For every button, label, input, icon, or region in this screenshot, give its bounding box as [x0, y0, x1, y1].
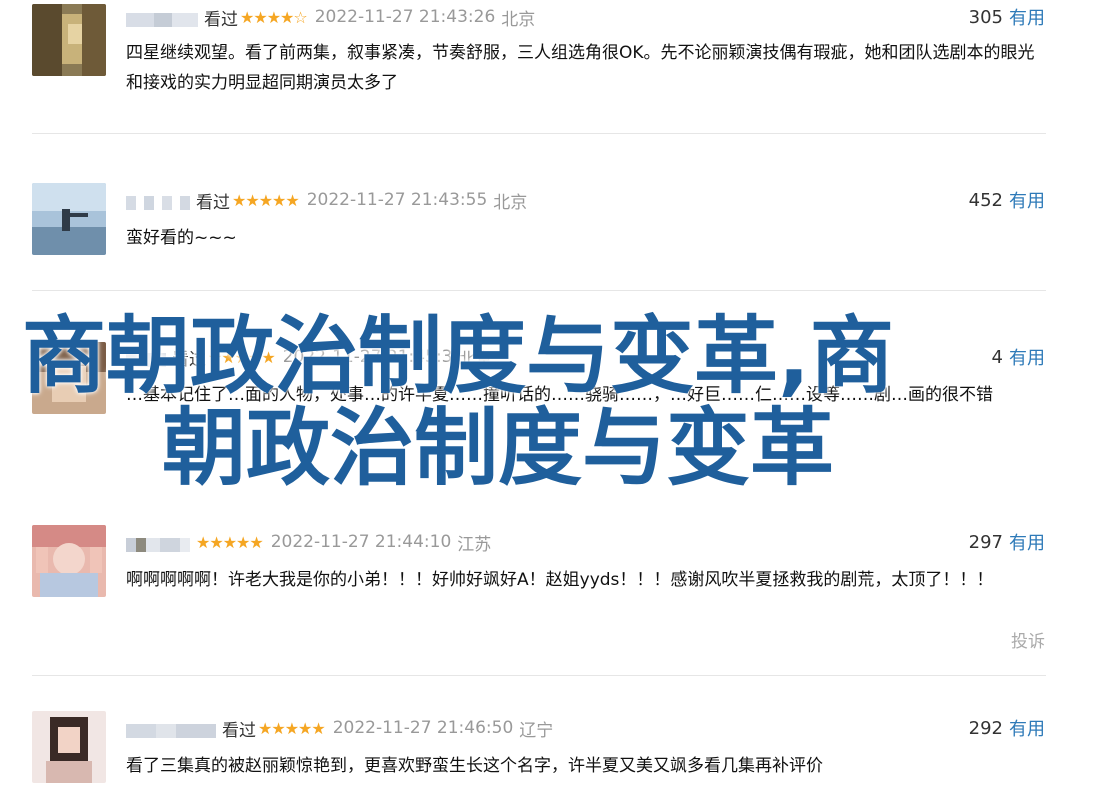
- useful-button[interactable]: 有用: [1009, 529, 1045, 555]
- review-location: 北京: [501, 9, 536, 30]
- avatar[interactable]: [32, 4, 106, 76]
- rating-stars: ★★★★★: [196, 532, 264, 552]
- vote-count: 297: [968, 531, 1003, 553]
- vote-count: 4: [991, 346, 1003, 368]
- useful-button[interactable]: 有用: [1009, 715, 1045, 741]
- report-button[interactable]: 投诉: [1011, 627, 1045, 652]
- username-blurred[interactable]: [126, 10, 198, 27]
- rating-stars: ★★★★★: [258, 718, 326, 738]
- review-content: 四星继续观望。看了前两集，叙事紧凑，节奏舒服，三人组选角很OK。先不论丽颖演技偶…: [126, 43, 1035, 93]
- divider: [32, 290, 1046, 291]
- review-location: 江苏: [457, 534, 492, 555]
- vote-area: 452 有用: [969, 187, 1045, 213]
- vote-count: 452: [968, 189, 1003, 211]
- vote-area: 305 有用: [969, 4, 1045, 30]
- watched-label: 看过: [222, 720, 256, 741]
- username-blurred[interactable]: [126, 193, 190, 210]
- vote-area: 292 有用: [969, 715, 1045, 741]
- review-time: 2022-11-27 21:43:55: [306, 190, 488, 210]
- useful-button[interactable]: 有用: [1009, 4, 1045, 30]
- review-content: 啊啊啊啊啊！许老大我是你的小弟！！！好帅好飒好A！赵姐yyds！！！感谢风吹半夏…: [126, 570, 994, 590]
- vote-area: 297 有用: [969, 529, 1045, 555]
- vote-count: 305: [968, 6, 1003, 28]
- review-location: 北京: [493, 192, 528, 213]
- overlay-line-1: 商朝政治制度与变革,商: [22, 307, 894, 405]
- watched-label: 看过: [196, 192, 230, 213]
- avatar[interactable]: [32, 525, 106, 597]
- review-time: 2022-11-27 21:46:50: [332, 718, 514, 738]
- rating-stars: ★★★★★: [232, 190, 300, 210]
- review-meta: 看过 ★★★★★ 2022-11-27 21:43:55 北京: [126, 187, 527, 213]
- review-meta: 看过 ★★★★☆ 2022-11-27 21:43:26 北京: [126, 4, 535, 30]
- review-meta: ★★★★★ 2022-11-27 21:44:10 江苏: [126, 529, 491, 555]
- watched-label: 看过: [204, 9, 238, 30]
- rating-stars: ★★★★☆: [240, 7, 308, 27]
- review-meta: 看过 ★★★★★ 2022-11-27 21:46:50 辽宁: [126, 715, 553, 741]
- vote-count: 292: [968, 717, 1003, 739]
- review-content: 看了三集真的被赵丽颖惊艳到，更喜欢野蛮生长这个名字，许半夏又美又飒多看几集再补评…: [126, 756, 823, 776]
- username-blurred[interactable]: [126, 721, 216, 738]
- divider: [32, 133, 1046, 134]
- useful-button[interactable]: 有用: [1009, 187, 1045, 213]
- review-location: 辽宁: [519, 720, 554, 741]
- avatar[interactable]: [32, 183, 106, 255]
- useful-button[interactable]: 有用: [1009, 344, 1045, 370]
- vote-area: 4 有用: [992, 344, 1045, 370]
- username-blurred[interactable]: [126, 535, 190, 552]
- review-content: 蛮好看的~~~: [126, 228, 237, 248]
- review-time: 2022-11-27 21:44:10: [270, 532, 452, 552]
- overlay-line-2: 朝政治制度与变革: [162, 399, 835, 497]
- avatar[interactable]: [32, 711, 106, 783]
- divider: [32, 675, 1046, 676]
- review-time: 2022-11-27 21:43:26: [314, 7, 496, 27]
